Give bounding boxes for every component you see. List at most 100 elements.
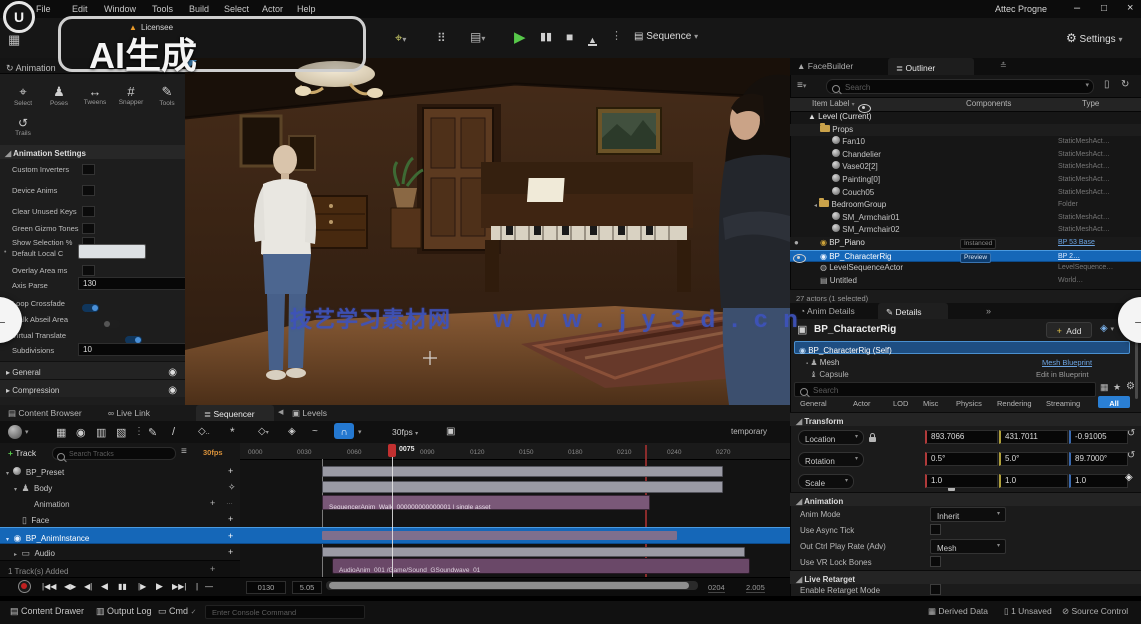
add-section-icon[interactable]: + bbox=[228, 511, 233, 527]
setting-box[interactable] bbox=[82, 164, 95, 175]
outliner-row[interactable]: Vase02[2] StaticMeshAct… bbox=[790, 161, 1141, 174]
step-forward-button[interactable]: |▶ bbox=[138, 582, 146, 591]
compression-section[interactable]: ▸ Compression ◉ bbox=[0, 379, 185, 397]
tool-tweens[interactable]: ↔ Tweens bbox=[78, 84, 112, 106]
tool-poses[interactable]: ♟ Poses bbox=[42, 84, 76, 107]
outliner-row[interactable]: ◍ LevelSequenceActor LevelSequence… bbox=[790, 262, 1141, 275]
setting-box[interactable] bbox=[82, 206, 95, 217]
go-to-end-button[interactable]: ▶▶| bbox=[172, 582, 186, 591]
chip-streaming[interactable]: Streaming bbox=[1046, 399, 1080, 408]
live-retarget-section-header[interactable]: ◢ Live Retarget bbox=[790, 570, 1141, 584]
location-x-field[interactable]: 893.7066 bbox=[925, 430, 998, 444]
scale-y-field[interactable]: 1.0 bbox=[999, 474, 1068, 488]
seq-save-icon[interactable]: ▦ bbox=[56, 426, 66, 439]
chip-physics[interactable]: Physics bbox=[956, 399, 982, 408]
add-section-icon[interactable]: ✧ bbox=[228, 479, 236, 495]
outliner-row[interactable]: ● ◉ BP_Piano Instanced BP 53 Base bbox=[790, 237, 1141, 250]
details-settings-icon[interactable]: ▦ bbox=[1100, 382, 1109, 393]
track-row-face[interactable]: ▯ Face + bbox=[0, 511, 240, 527]
location-dropdown[interactable]: Location▾ bbox=[798, 430, 864, 445]
stop-button[interactable]: ■ bbox=[566, 30, 573, 44]
tab-details[interactable]: ✎ Details bbox=[878, 303, 948, 319]
chip-all[interactable]: All bbox=[1098, 396, 1130, 408]
settings-button[interactable]: ⚙ Settings ▾ bbox=[1066, 31, 1122, 45]
component-mesh-row[interactable]: ▪ ♟ Mesh bbox=[806, 358, 839, 367]
details-search[interactable] bbox=[794, 382, 1096, 397]
add-track-button[interactable]: + Track bbox=[8, 448, 36, 458]
transform-tool-icon[interactable]: ⠿ bbox=[437, 31, 446, 45]
tab-content-browser[interactable]: ▤ Content Browser bbox=[8, 408, 82, 419]
retarget-mode-checkbox[interactable] bbox=[930, 584, 941, 595]
rotation-x-field[interactable]: 0.5° bbox=[925, 452, 998, 466]
viewport[interactable] bbox=[185, 58, 790, 405]
outliner-row[interactable]: SM_Armchair01 StaticMeshAct… bbox=[790, 212, 1141, 225]
jump-back-button[interactable]: ◀▶ bbox=[64, 582, 76, 591]
rotation-reset-icon[interactable]: ↺ bbox=[1127, 450, 1135, 461]
scale-extra-icon[interactable]: ◈ bbox=[1125, 472, 1133, 483]
snap-tool-icon[interactable]: ▤▾ bbox=[470, 30, 485, 44]
source-control-button[interactable]: ⊘ Source Control bbox=[1062, 606, 1128, 617]
seq-curves-icon[interactable]: ~ bbox=[312, 426, 318, 437]
location-y-field[interactable]: 431.7011 bbox=[999, 430, 1068, 444]
col-item-label[interactable]: Item Label ▾ bbox=[812, 99, 855, 108]
seq-slate-icon[interactable]: ▥ bbox=[96, 426, 106, 439]
component-capsule-row[interactable]: ♝ Capsule bbox=[810, 370, 849, 379]
playhead-grip[interactable] bbox=[388, 444, 396, 457]
outliner-row[interactable]: Painting[0] StaticMeshAct… bbox=[790, 174, 1141, 187]
track-row-bp-preset[interactable]: ▾ BP_Preset + bbox=[0, 463, 240, 479]
range-start2-field[interactable]: 5.05 bbox=[292, 581, 322, 594]
tool-tools[interactable]: ✎ Tools bbox=[150, 84, 184, 107]
loop-mode-button[interactable]: — bbox=[205, 582, 213, 591]
seq-keyline-icon[interactable]: / bbox=[172, 426, 175, 438]
chip-rendering[interactable]: Rendering bbox=[997, 399, 1032, 408]
tab-facebuilder[interactable]: ▲ FaceBuilder bbox=[797, 61, 853, 71]
outliner-search-input[interactable] bbox=[843, 80, 1047, 94]
scale-z-field[interactable]: 1.0 bbox=[1069, 474, 1128, 488]
scale-x-field[interactable]: 1.0 bbox=[925, 474, 998, 488]
tab-levels[interactable]: ▣ Levels bbox=[292, 408, 327, 419]
loop-button[interactable]: | bbox=[196, 582, 198, 591]
add-section-icon[interactable]: + bbox=[228, 528, 233, 545]
seq-edit-icon[interactable]: ✎ bbox=[148, 426, 157, 439]
eject-button[interactable]: ▲ bbox=[588, 30, 597, 48]
range-end-field[interactable]: 0204 bbox=[708, 583, 725, 593]
tool-snapper[interactable]: # Snapper bbox=[114, 84, 148, 106]
sequencer-options-chevron-icon[interactable]: ▾ bbox=[25, 428, 29, 436]
go-to-start-button[interactable]: |◀◀ bbox=[42, 582, 56, 591]
outliner-search[interactable]: ▾ bbox=[826, 79, 1094, 94]
footer-add-icon[interactable]: + bbox=[210, 561, 215, 578]
color-swatch[interactable] bbox=[78, 244, 146, 259]
mesh-blueprint-link[interactable]: Mesh Blueprint bbox=[1042, 358, 1092, 367]
details-scrollbar[interactable] bbox=[1135, 341, 1138, 399]
general-section[interactable]: ▸ General ◉ bbox=[0, 361, 185, 379]
track-filter-icon[interactable]: ≡ bbox=[181, 446, 187, 457]
col-components[interactable]: Components bbox=[966, 99, 1011, 108]
outliner-row[interactable]: ▤ Untitled World… bbox=[790, 275, 1141, 288]
clip-audio-top[interactable] bbox=[322, 547, 745, 557]
menu-help[interactable]: Help bbox=[297, 4, 316, 14]
play-rate-dropdown[interactable]: Mesh▾ bbox=[930, 539, 1006, 554]
chip-misc[interactable]: Misc bbox=[923, 399, 938, 408]
timeline-scrollbar-thumb[interactable] bbox=[329, 582, 689, 589]
tab-outliner[interactable]: ≣ Outliner bbox=[888, 58, 974, 75]
tab-scroll-left-icon[interactable]: ◀ bbox=[278, 408, 283, 416]
pause-transport-button[interactable]: ▮▮ bbox=[118, 582, 127, 591]
record-button[interactable] bbox=[18, 580, 31, 593]
tab-more-icon[interactable]: ≛ bbox=[1000, 61, 1007, 70]
range-start-field[interactable]: 0130 bbox=[246, 581, 286, 594]
track-row-animation[interactable]: Animation + … bbox=[0, 495, 240, 511]
console-input-wrap[interactable] bbox=[205, 605, 365, 619]
scale-dropdown[interactable]: Scale▾ bbox=[798, 474, 854, 489]
seq-camera-icon[interactable]: ◉ bbox=[76, 426, 86, 439]
play-reverse-button[interactable]: ◀ bbox=[101, 581, 108, 592]
track-row-body[interactable]: ▾ ♟ Body ✧ bbox=[0, 479, 240, 495]
setting-box[interactable] bbox=[82, 265, 95, 276]
fps-dropdown[interactable]: 30fps ▾ bbox=[392, 427, 418, 437]
outliner-row-selected[interactable]: ◉ BP_CharacterRig Preview BP 2… bbox=[790, 250, 1141, 263]
tool-trails[interactable]: ↺ Trails bbox=[6, 116, 40, 137]
outliner-filter-icon[interactable]: ≡▾ bbox=[797, 80, 806, 91]
clip-animinstance[interactable] bbox=[322, 531, 677, 540]
pause-button[interactable]: ▮▮ bbox=[540, 30, 552, 43]
subdivisions-field[interactable]: 10 bbox=[78, 343, 192, 356]
clip-bp-preset[interactable] bbox=[322, 466, 723, 477]
